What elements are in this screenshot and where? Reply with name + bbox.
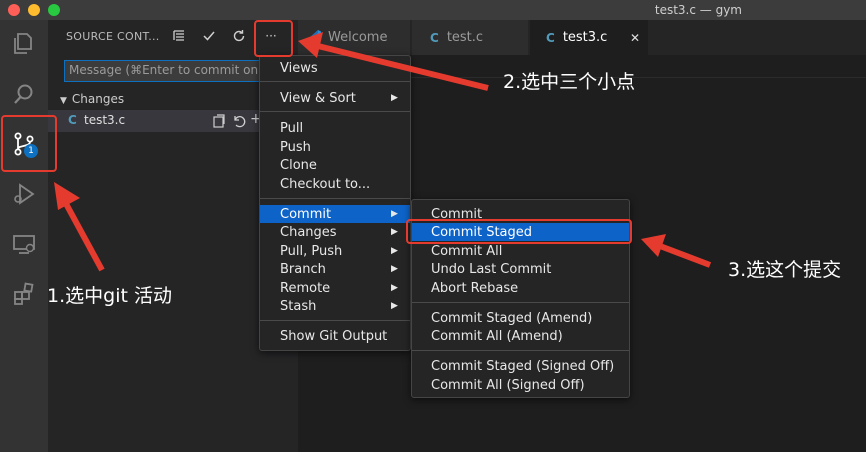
annotation-step3: 3.选这个提交: [728, 259, 842, 281]
annotation-step1: 1.选中git 活动: [47, 285, 172, 307]
arrow-to-scm-icon: [54, 182, 105, 272]
arrow-to-commit-staged: [641, 234, 712, 268]
arrow-to-more-button: [298, 32, 489, 91]
annotation-step2: 2.选中三个小点: [503, 71, 636, 93]
annotation-arrows: [54, 32, 712, 272]
